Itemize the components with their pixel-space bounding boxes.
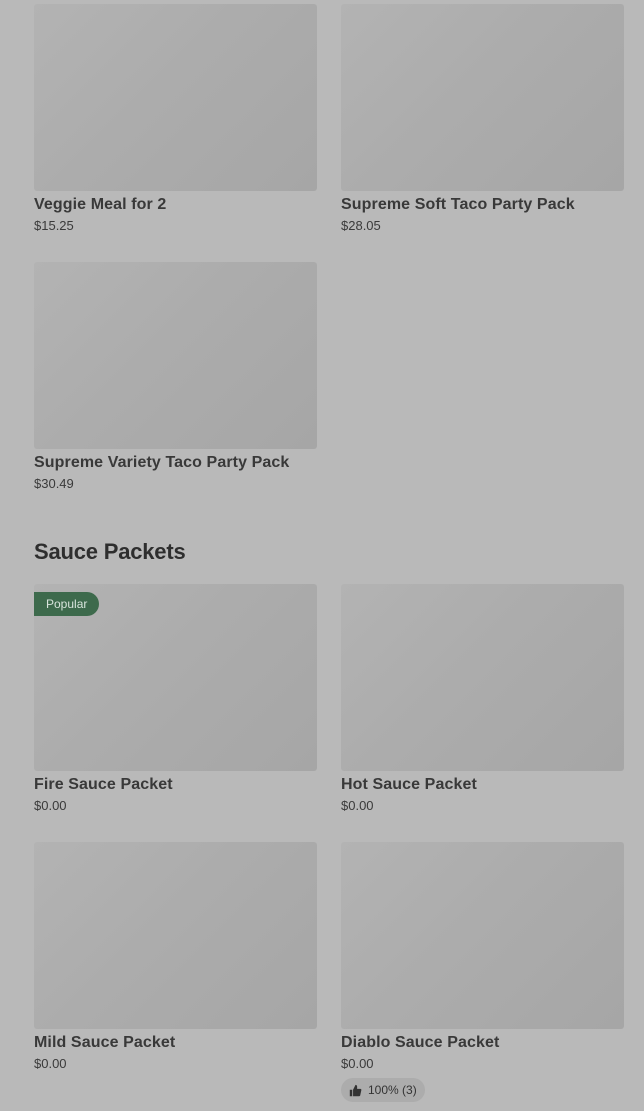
menu-item-card[interactable]: Mild Sauce Packet $0.00 <box>34 842 317 1072</box>
item-price: $0.00 <box>341 1056 374 1071</box>
menu-item-card[interactable]: Diablo Sauce Packet $0.00 100% (3) <box>341 842 624 1102</box>
item-name: Veggie Meal for 2 <box>34 196 167 213</box>
item-price: $0.00 <box>34 798 67 813</box>
thumbs-up-icon <box>349 1084 362 1097</box>
item-image[interactable] <box>341 842 624 1029</box>
item-image[interactable]: Popular <box>34 584 317 771</box>
item-name: Supreme Soft Taco Party Pack <box>341 196 575 213</box>
item-price: $30.49 <box>34 476 74 491</box>
item-name: Diablo Sauce Packet <box>341 1034 500 1051</box>
item-image[interactable] <box>341 584 624 771</box>
item-name: Hot Sauce Packet <box>341 776 477 793</box>
item-name: Mild Sauce Packet <box>34 1034 176 1051</box>
rating-badge: 100% (3) <box>341 1078 425 1102</box>
popular-badge: Popular <box>34 592 100 616</box>
item-name: Supreme Variety Taco Party Pack <box>34 454 290 471</box>
item-price: $28.05 <box>341 218 381 233</box>
item-image[interactable] <box>34 842 317 1029</box>
menu-item-card[interactable]: Popular Fire Sauce Packet $0.00 <box>34 584 317 814</box>
item-image[interactable] <box>341 4 624 191</box>
menu-item-card[interactable]: Veggie Meal for 2 $15.25 <box>34 4 317 234</box>
item-image[interactable] <box>34 262 317 449</box>
item-price: $0.00 <box>341 798 374 813</box>
item-image[interactable] <box>34 4 317 191</box>
menu-item-card[interactable]: Hot Sauce Packet $0.00 <box>341 584 624 814</box>
menu-item-card[interactable]: Supreme Soft Taco Party Pack $28.05 <box>341 4 624 234</box>
menu-item-card[interactable]: Supreme Variety Taco Party Pack $30.49 <box>34 262 317 492</box>
item-price: $0.00 <box>34 1056 67 1071</box>
section-title: Sauce Packets <box>34 539 186 564</box>
item-price: $15.25 <box>34 218 74 233</box>
menu-page: Veggie Meal for 2 $15.25 Supreme Soft Ta… <box>0 0 644 1111</box>
item-name: Fire Sauce Packet <box>34 776 173 793</box>
rating-text: 100% (3) <box>368 1083 417 1097</box>
